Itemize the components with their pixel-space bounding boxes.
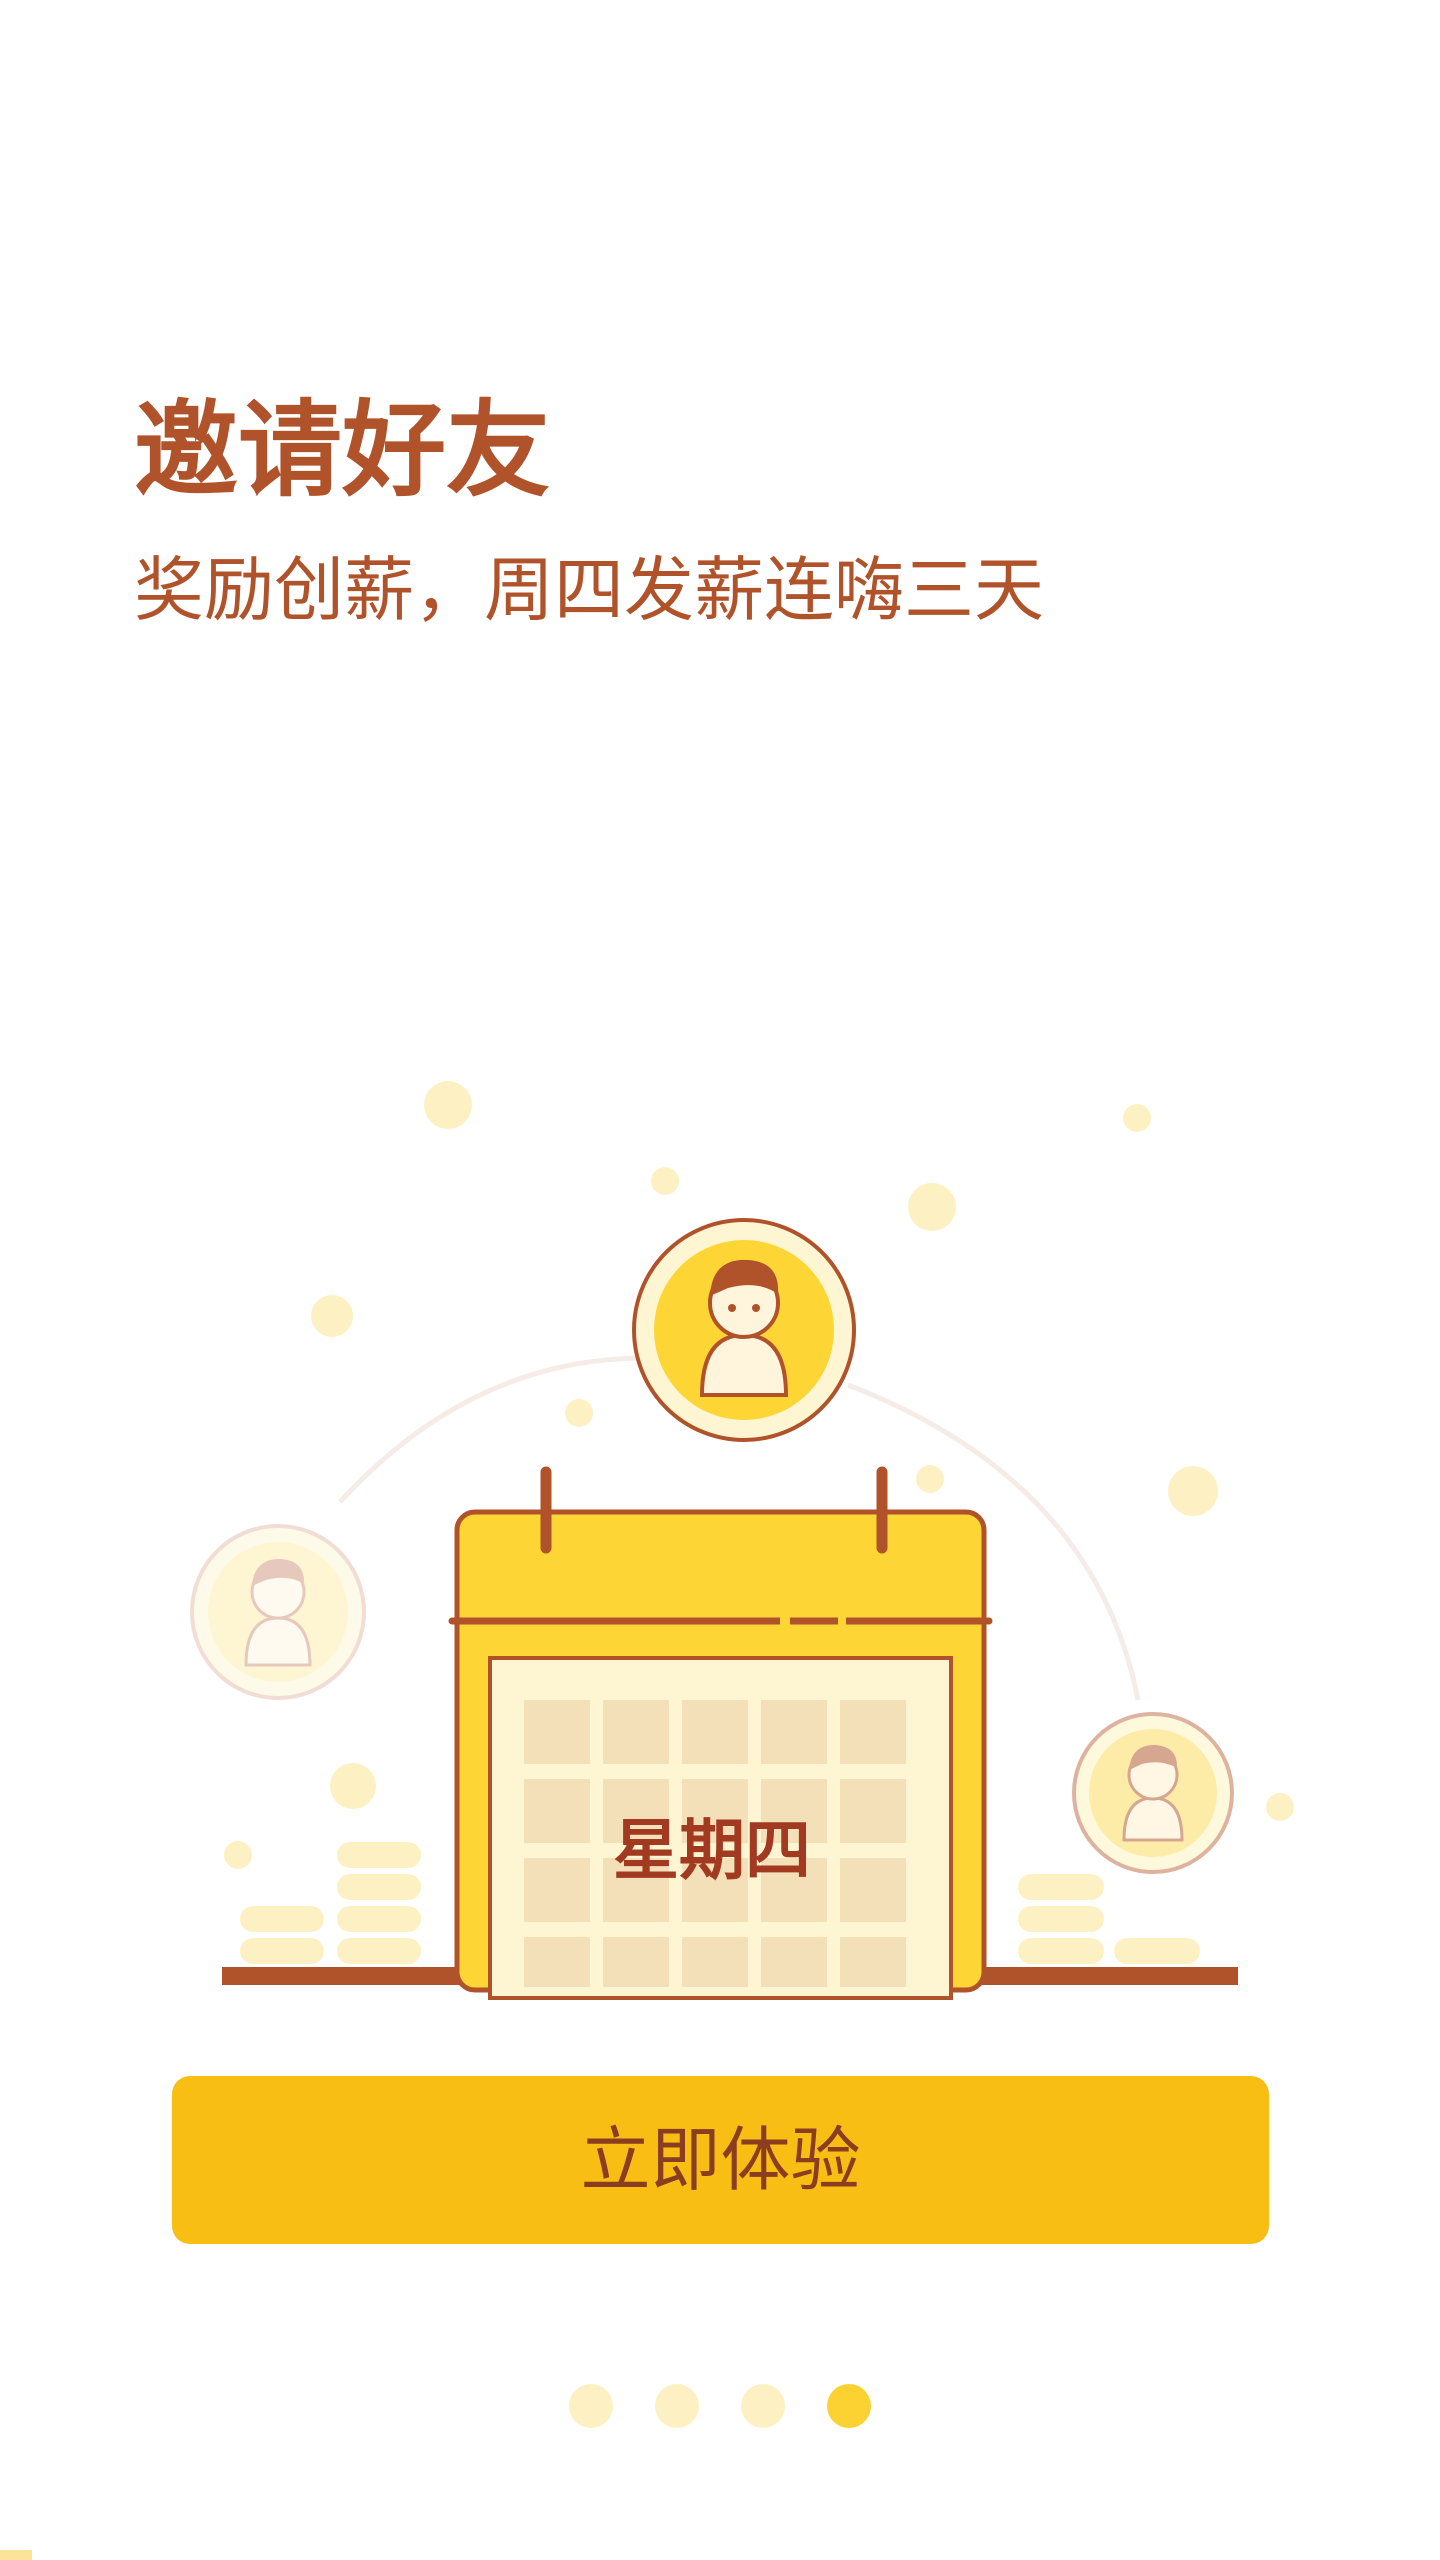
calendar-day-label: 星期四 [613,1812,811,1889]
page-dot-1[interactable] [569,2384,613,2428]
page-indicator [0,2384,1440,2428]
coin-stack-icon [1018,1874,1200,1964]
coin-stack-icon [240,1842,421,1964]
try-now-button[interactable]: 立即体验 [172,2076,1269,2244]
page-subtitle: 奖励创薪，周四发薪连嗨三天 [134,549,1044,631]
user-avatar-icon [1072,1712,1234,1874]
page-dot-2[interactable] [655,2384,699,2428]
user-avatar-icon [632,1218,856,1442]
corner-mark [0,2550,32,2560]
user-avatar-icon [190,1524,366,1700]
page-dot-4-active[interactable] [827,2384,871,2428]
page-title: 邀请好友 [134,389,551,511]
invite-friends-illustration: 星期四 [190,1081,1294,2000]
page-dot-3[interactable] [741,2384,785,2428]
calendar-icon: 星期四 [448,1466,993,2000]
